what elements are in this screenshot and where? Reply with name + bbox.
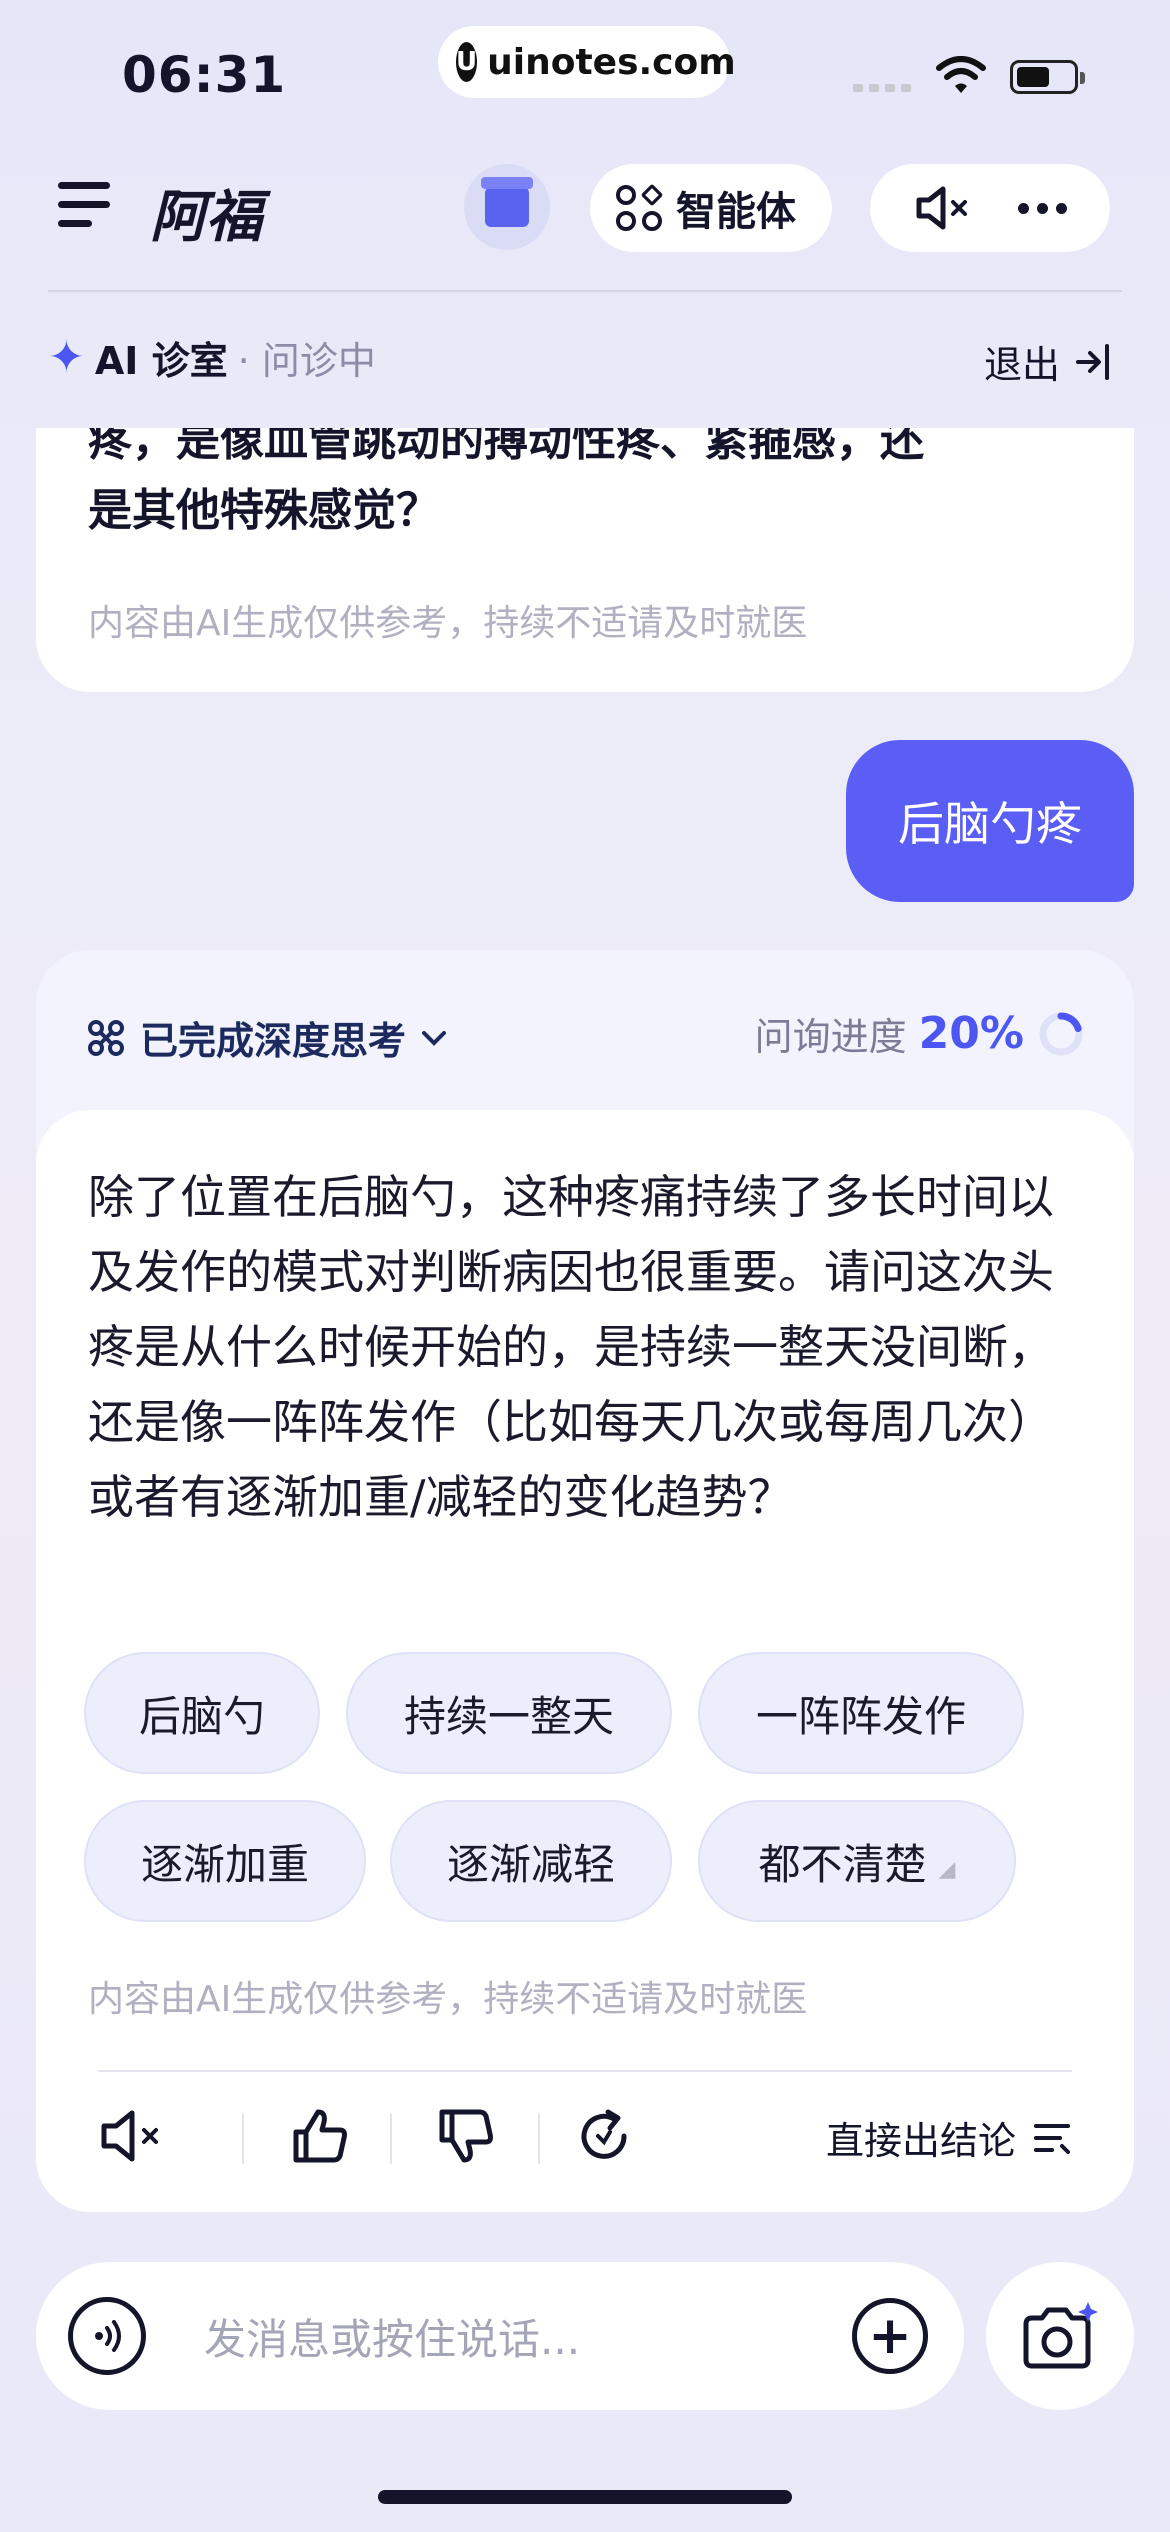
plus-icon: + [868, 2306, 912, 2366]
inquiry-progress: 问询进度 20% [755, 1006, 1084, 1061]
answer-text: 除了位置在后脑勺，这种疼痛持续了多长时间以及发作的模式对判断病因也很重要。请问这… [88, 1170, 1054, 1524]
message-input[interactable]: 发消息或按住说话... [204, 2306, 852, 2367]
quick-reply-chip[interactable]: 持续一整天 [346, 1652, 672, 1774]
quick-reply-chip[interactable]: 后脑勺 [84, 1652, 320, 1774]
actions-divider [98, 2070, 1072, 2072]
exit-arrow-icon [1076, 343, 1109, 380]
previous-message-card: 疼，是像血管跳动的搏动性疼、紧箍感，还 是其他特殊感觉？ 内容由AI生成仅供参考… [36, 428, 1134, 692]
sparkle-icon: ✦ [48, 332, 85, 383]
corner-triangle-icon: ◢ [938, 1856, 956, 1882]
quick-reply-chip[interactable]: 都不清楚 ◢ [698, 1800, 1016, 1922]
answer-card: 已完成深度思考 问询进度 20% 除了位置在后脑勺，这种疼痛持续了多长时间以及发… [36, 950, 1134, 2212]
gift-button[interactable] [464, 164, 550, 250]
mute-icon[interactable] [98, 2106, 166, 2166]
status-time: 06:31 [122, 46, 287, 104]
camera-icon [1023, 2302, 1098, 2369]
ai-room-title: AI 诊室 [94, 339, 228, 383]
user-message-bubble: 后脑勺疼 [846, 740, 1134, 902]
camera-button[interactable] [986, 2262, 1134, 2410]
list-icon [1034, 2123, 1070, 2154]
voice-button[interactable] [68, 2297, 146, 2375]
conclude-button[interactable]: 直接出结论 [826, 2110, 1072, 2165]
progress-value: 20% [918, 1008, 1024, 1059]
exit-button[interactable]: 退出 [984, 334, 1114, 389]
header-controls [870, 164, 1110, 252]
progress-ring-icon [1039, 1012, 1083, 1055]
thumbs-up-icon[interactable] [290, 2106, 350, 2166]
url-text: uinotes.com [487, 41, 736, 83]
more-icon[interactable] [1018, 202, 1068, 214]
chevron-down-icon [422, 1030, 447, 1046]
ai-room-bar: ✦ AI 诊室 · 问诊中 [48, 330, 376, 385]
answer-body: 除了位置在后脑勺，这种疼痛持续了多长时间以及发作的模式对判断病因也很重要。请问这… [36, 1110, 1134, 2212]
agent-icon [616, 183, 664, 231]
thumbs-down-icon[interactable] [436, 2106, 496, 2166]
quick-reply-chip[interactable]: 逐渐加重 [84, 1800, 366, 1922]
previous-message-text: 疼，是像血管跳动的搏动性疼、紧箍感，还 是其他特殊感觉？ [88, 428, 924, 536]
conclude-label: 直接出结论 [825, 2119, 1016, 2163]
thinking-label: 已完成深度思考 [140, 1019, 407, 1063]
app-brand: 阿福 [150, 185, 262, 250]
voice-wave-icon [95, 2320, 121, 2352]
exit-label: 退出 [983, 343, 1060, 387]
message-input-bar: 发消息或按住说话... + [36, 2262, 964, 2410]
thinking-icon [88, 1019, 124, 1056]
url-pill[interactable]: U uinotes.com [438, 26, 736, 98]
agent-label: 智能体 [676, 189, 796, 235]
thinking-toggle[interactable]: 已完成深度思考 [86, 1010, 448, 1065]
disclaimer-text: 内容由AI生成仅供参考，持续不适请及时就医 [88, 1979, 808, 2020]
message-actions: 直接出结论 [98, 2100, 1072, 2180]
header-divider [48, 290, 1122, 292]
wifi-icon [936, 56, 986, 93]
menu-icon[interactable] [58, 182, 110, 228]
disclaimer-text: 内容由AI生成仅供参考，持续不适请及时就医 [88, 603, 808, 644]
add-button[interactable]: + [852, 2298, 928, 2374]
home-indicator [378, 2490, 792, 2504]
site-logo-icon: U [456, 42, 478, 82]
ai-room-status: · 问诊中 [237, 339, 376, 383]
battery-icon [1010, 60, 1085, 94]
mute-icon[interactable] [913, 183, 973, 233]
gift-icon [481, 177, 533, 227]
quick-reply-chip[interactable]: 逐渐减轻 [390, 1800, 672, 1922]
quick-reply-chip[interactable]: 一阵阵发作 [698, 1652, 1024, 1774]
cellular-signal-icon [853, 84, 911, 92]
agent-button[interactable]: 智能体 [590, 164, 832, 252]
progress-label: 问询进度 [754, 1015, 907, 1059]
regenerate-icon[interactable] [574, 2106, 634, 2166]
